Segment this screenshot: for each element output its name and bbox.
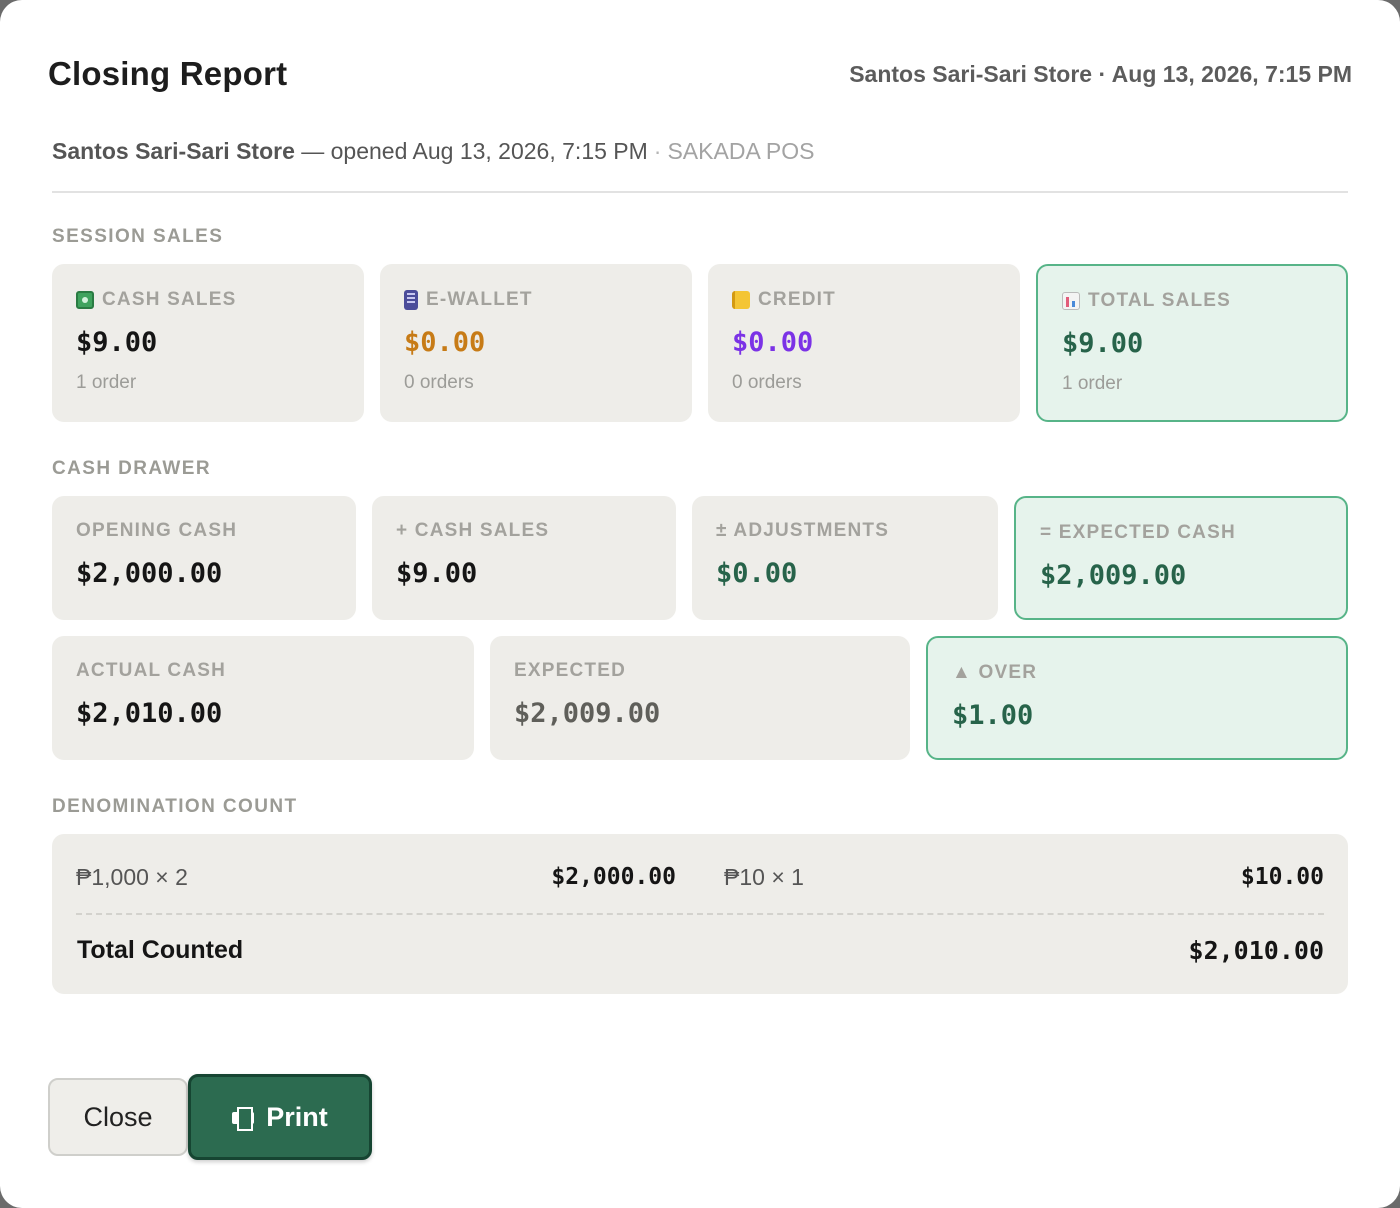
denomination-item-label: ₱10 × 1 [724, 864, 804, 890]
subline-pos-name: SAKADA POS [667, 138, 815, 164]
ewallet-orders: 0 orders [404, 372, 474, 393]
expected-compare-value: $2,009.00 [514, 698, 661, 729]
cash-icon [76, 291, 94, 309]
section-title-cash-drawer: CASH DRAWER [52, 458, 211, 479]
print-button[interactable]: Print [188, 1074, 372, 1160]
subline-opened: — opened Aug 13, 2026, 7:15 PM [294, 138, 648, 164]
closing-report-modal: Closing Report Santos Sari-Sari Store · … [0, 0, 1400, 1208]
total-sales-label: TOTAL SALES [1088, 290, 1232, 311]
opening-cash-card: OPENING CASH $2,000.00 [52, 496, 356, 620]
bar-chart-icon [1062, 292, 1080, 310]
total-sales-value: $9.00 [1062, 328, 1144, 359]
expected-cash-card: = EXPECTED CASH $2,009.00 [1014, 496, 1348, 620]
expected-compare-label: EXPECTED [514, 660, 627, 681]
credit-orders: 0 orders [732, 372, 802, 393]
credit-label: CREDIT [758, 289, 836, 310]
over-label: ▲ OVER [952, 662, 1038, 683]
adjustments-card: ± ADJUSTMENTS $0.00 [692, 496, 998, 620]
ewallet-card: E-WALLET $0.00 0 orders [380, 264, 692, 422]
denomination-item-amount: $2,000.00 [551, 864, 676, 890]
notebook-icon [732, 291, 750, 309]
printer-icon [232, 1107, 255, 1131]
ewallet-value: $0.00 [404, 327, 486, 358]
total-counted-label: Total Counted [77, 936, 244, 964]
page-title: Closing Report [48, 55, 288, 92]
adjustments-label: ± ADJUSTMENTS [716, 520, 890, 541]
opening-cash-label: OPENING CASH [76, 520, 238, 541]
credit-card: CREDIT $0.00 0 orders [708, 264, 1020, 422]
total-sales-orders: 1 order [1062, 373, 1123, 394]
credit-value: $0.00 [732, 327, 814, 358]
subline-separator: · [653, 138, 662, 164]
header-store-datetime: Santos Sari-Sari Store · Aug 13, 2026, 7… [849, 60, 1352, 87]
over-short-card: ▲ OVER $1.00 [926, 636, 1348, 760]
cash-sales-value: $9.00 [76, 327, 158, 358]
actual-cash-label: ACTUAL CASH [76, 660, 227, 681]
total-sales-card: TOTAL SALES $9.00 1 order [1036, 264, 1348, 422]
ewallet-label: E-WALLET [426, 289, 533, 310]
subline-store-name: Santos Sari-Sari Store [52, 138, 295, 164]
print-button-label: Print [266, 1101, 328, 1132]
drawer-cash-sales-label: + CASH SALES [396, 520, 550, 541]
cash-sales-card: CASH SALES $9.00 1 order [52, 264, 364, 422]
cash-sales-label: CASH SALES [102, 289, 237, 310]
drawer-cash-sales-value: $9.00 [396, 558, 478, 589]
modal-header: Closing Report Santos Sari-Sari Store · … [48, 52, 1352, 96]
section-title-denomination: DENOMINATION COUNT [52, 796, 298, 817]
cash-sales-orders: 1 order [76, 372, 137, 393]
over-value: $1.00 [952, 700, 1034, 731]
mobile-wallet-icon [404, 290, 418, 310]
session-subline: Santos Sari-Sari Store — opened Aug 13, … [52, 138, 1348, 170]
close-button[interactable]: Close [48, 1078, 188, 1156]
total-counted-value: $2,010.00 [1188, 936, 1324, 965]
denomination-item-label: ₱1,000 × 2 [76, 864, 188, 890]
actual-cash-card: ACTUAL CASH $2,010.00 [52, 636, 474, 760]
denomination-item-amount: $10.00 [1240, 864, 1324, 890]
denomination-divider [76, 913, 1324, 915]
expected-compare-card: EXPECTED $2,009.00 [490, 636, 910, 760]
expected-cash-label: = EXPECTED CASH [1040, 522, 1236, 543]
drawer-cash-sales-card: + CASH SALES $9.00 [372, 496, 676, 620]
header-divider [52, 191, 1348, 193]
section-title-session-sales: SESSION SALES [52, 226, 224, 247]
denomination-panel: ₱1,000 × 2 $2,000.00 ₱10 × 1 $10.00 Tota… [52, 834, 1348, 994]
actual-cash-value: $2,010.00 [76, 698, 223, 729]
adjustments-value: $0.00 [716, 558, 798, 589]
opening-cash-value: $2,000.00 [76, 558, 223, 589]
expected-cash-value: $2,009.00 [1040, 560, 1187, 591]
